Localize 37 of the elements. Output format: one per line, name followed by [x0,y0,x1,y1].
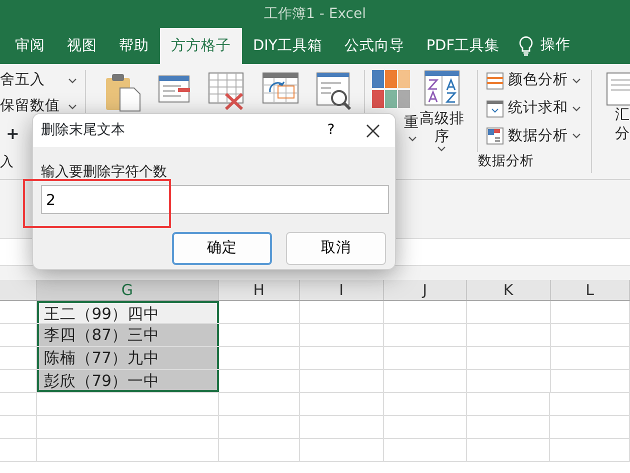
ribbon-tab[interactable]: 方方格子 [160,28,242,64]
ribbon-tab[interactable]: 视图 [56,28,108,64]
column-header[interactable]: L [550,280,630,300]
help-button[interactable]: ? [311,119,351,142]
column-header[interactable]: G [36,280,219,300]
table-cell[interactable]: 李四（87）三中 [36,324,219,346]
cancel-button[interactable]: 取消 [286,232,386,265]
add-button[interactable]: + [6,122,20,146]
ribbon-tab[interactable]: DIY工具箱 [242,28,334,64]
search-label[interactable]: 操作 [540,35,571,57]
table-cell[interactable]: 王二（99）四中 [36,301,219,323]
table-cell[interactable]: 彭欣（79）一中 [36,370,219,392]
ribbon-command[interactable]: 舍五入 [0,70,45,92]
table-cell[interactable]: 陈楠（77）九中 [36,347,219,369]
ribbon-tab[interactable]: 帮助 [108,28,160,64]
ribbon-command[interactable]: 保留数值 [0,96,60,118]
ribbon-button[interactable]: 汇 [614,106,630,125]
ribbon-command[interactable]: 数据分析 [508,126,568,148]
ribbon-command[interactable]: 颜色分析 [508,70,568,92]
ok-button[interactable]: 确定 [172,232,272,265]
ribbon-tab[interactable]: PDF工具集 [415,28,511,64]
column-header[interactable]: K [467,280,550,300]
column-header[interactable]: H [218,280,300,300]
field-label: 输入要删除字符个数 [41,163,168,182]
column-header[interactable]: J [384,280,468,300]
ribbon-button[interactable]: 分 [614,124,630,144]
ribbon-button[interactable]: 重 [404,114,419,132]
column-header[interactable]: I [300,280,384,300]
ribbon-button[interactable]: 高级排序 [418,110,465,146]
window-title: 工作簿1 - Excel [264,4,366,24]
group-label: 入 [0,152,14,172]
ribbon-tab[interactable]: 公式向导 [333,28,416,64]
dialog-title: 删除末尾文本 [41,121,126,140]
ribbon-tab[interactable]: 审阅 [4,28,56,64]
ribbon-command[interactable]: 统计求和 [508,98,568,120]
text-input[interactable]: 2 [41,185,389,214]
group-label: 数据分析 [476,152,535,172]
